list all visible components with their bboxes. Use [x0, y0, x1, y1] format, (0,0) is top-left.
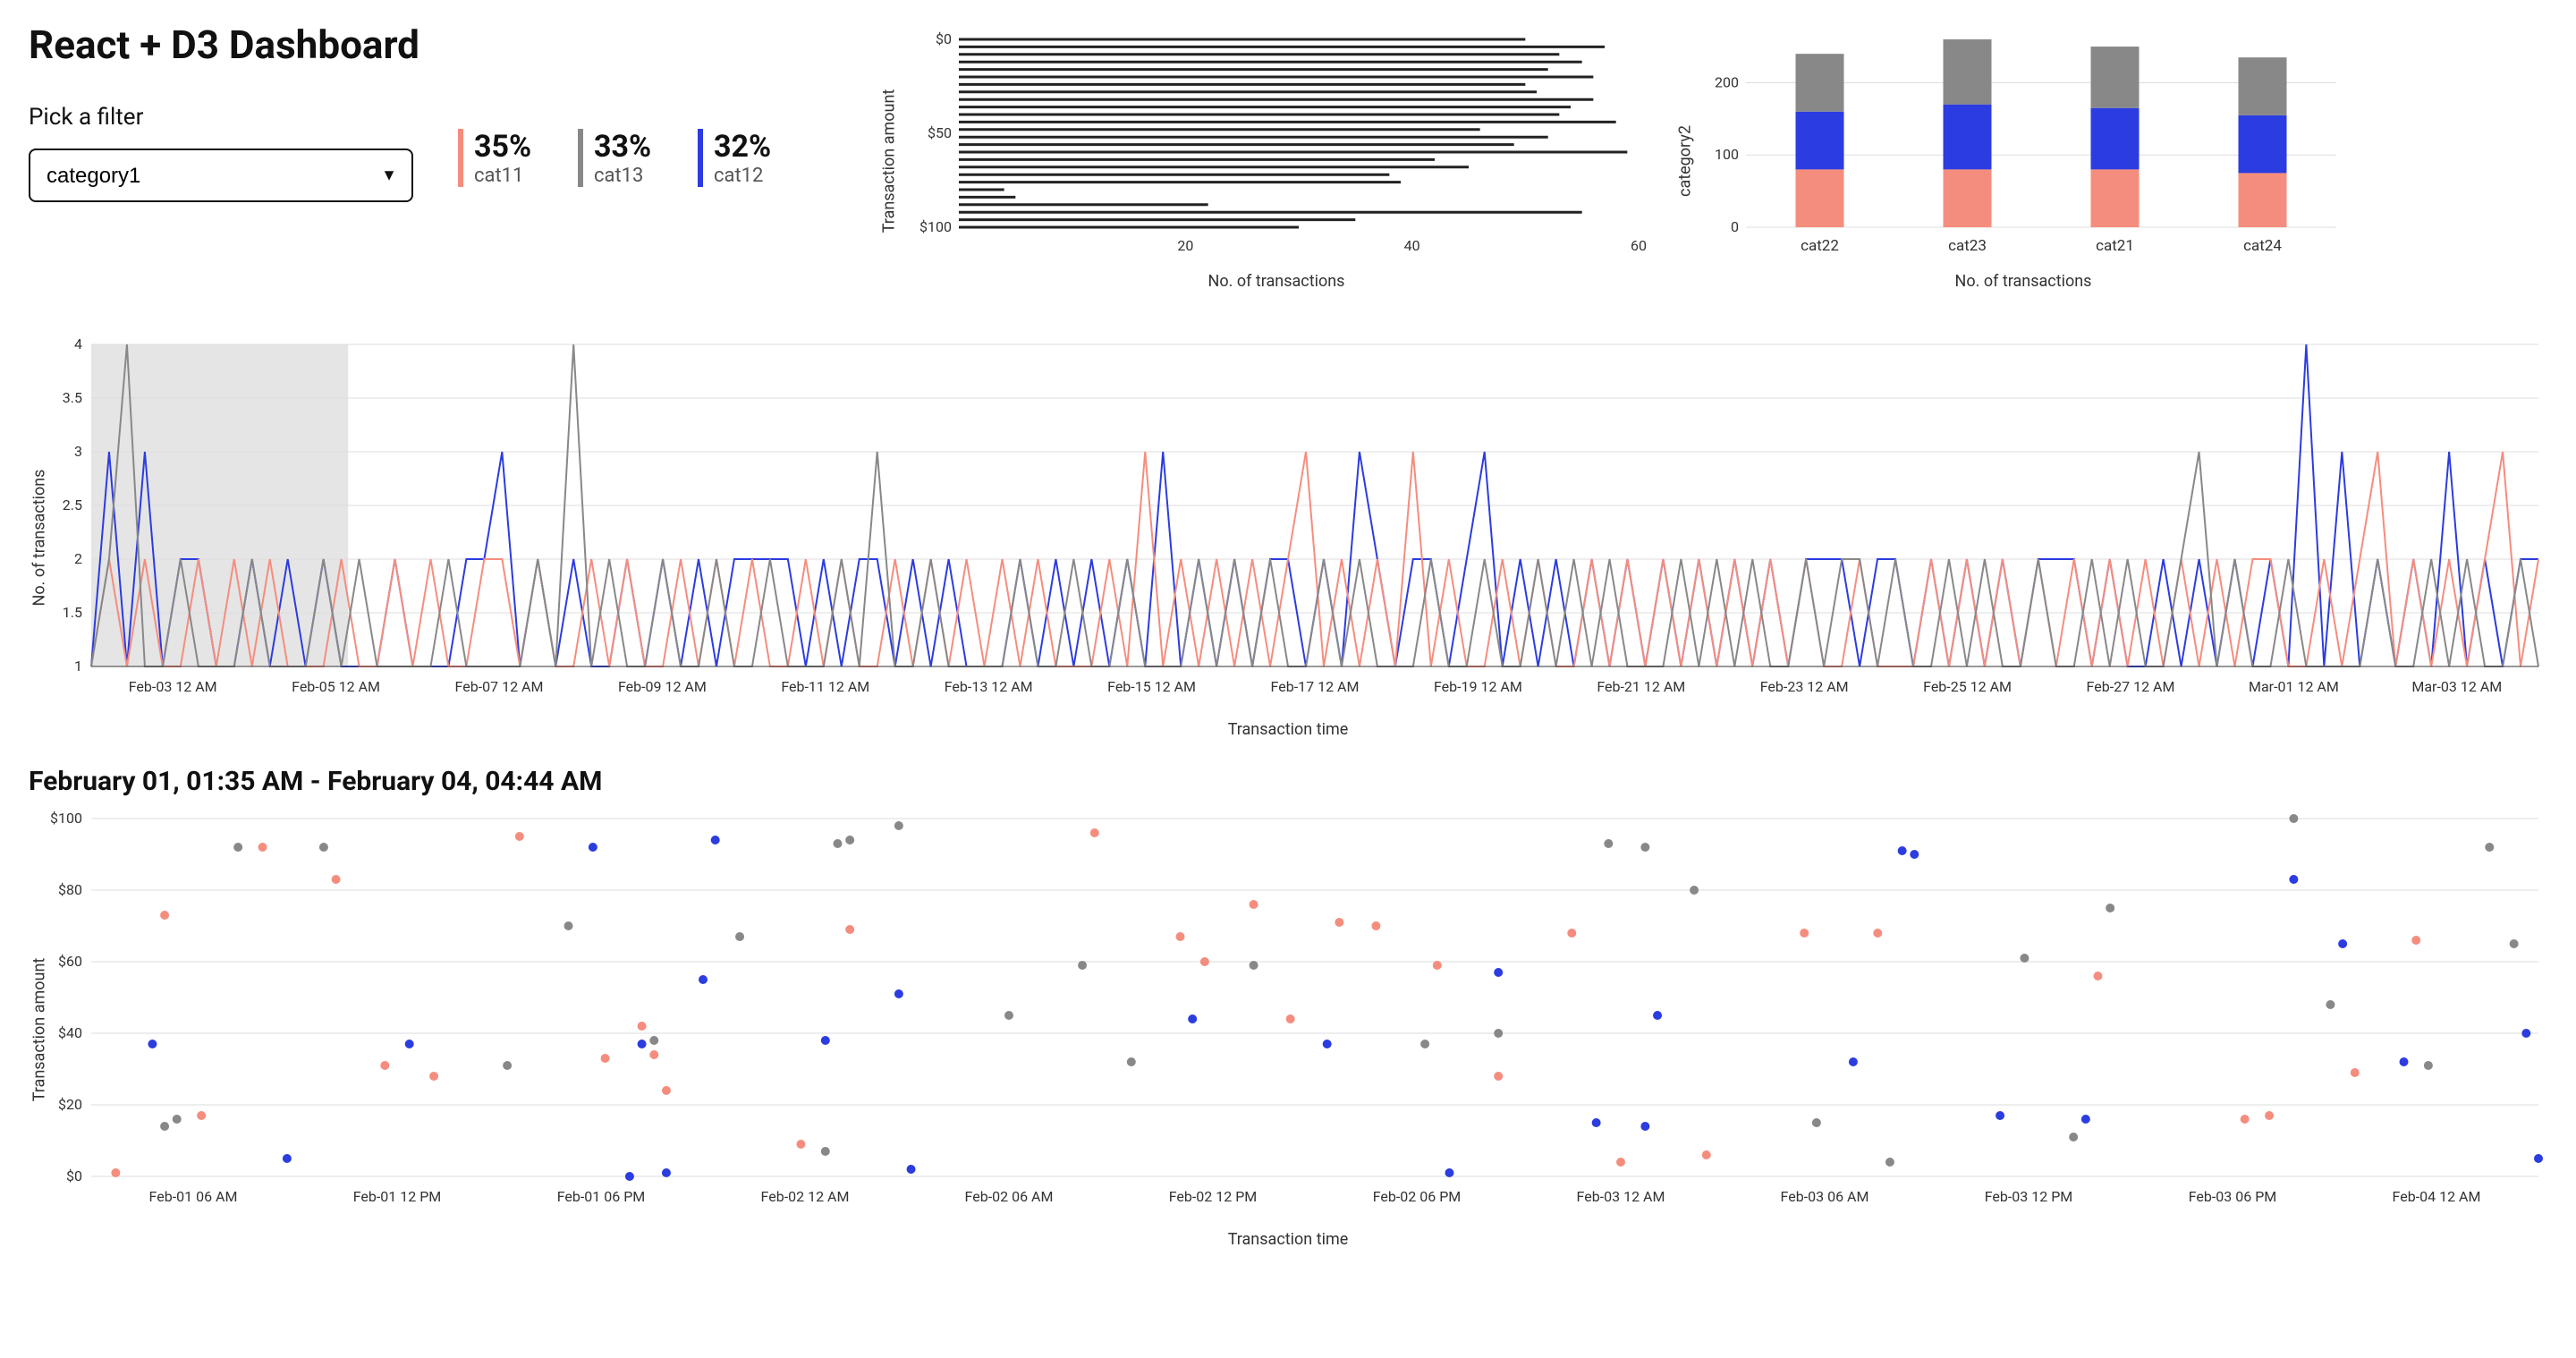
histogram-chart: Transaction amount $0$50$100204060 No. o… [905, 30, 1648, 291]
svg-text:Mar-03 12 AM: Mar-03 12 AM [2411, 678, 2502, 695]
svg-text:$40: $40 [58, 1024, 82, 1041]
stacked-bar-chart: category2 0100200cat22cat23cat21cat24 No… [1701, 30, 2345, 291]
svg-text:Feb-01 06 PM: Feb-01 06 PM [557, 1188, 646, 1205]
svg-text:Feb-03 06 AM: Feb-03 06 AM [1781, 1188, 1869, 1205]
timeline-chart: No. of transactions 1 1.5 2 2.5 3 3.5 4 Feb-03 … [29, 335, 2547, 739]
svg-text:3.5: 3.5 [63, 389, 82, 406]
filter-label: Pick a filter [29, 104, 413, 131]
filter-select[interactable]: category1category2 [29, 149, 413, 202]
pct-label: cat11 [474, 165, 556, 187]
svg-text:2: 2 [74, 550, 82, 567]
filter-select-wrap: category1category2 ▼ [29, 149, 413, 202]
svg-text:$20: $20 [58, 1096, 82, 1113]
svg-text:100: 100 [1715, 146, 1739, 163]
svg-text:$50: $50 [928, 124, 952, 141]
pct-cards: 35%cat11 33%cat13 32%cat12 [458, 129, 796, 187]
filter-row: Pick a filter category1category2 ▼ 35%ca… [29, 104, 869, 202]
scatter-svg: $0 $20 $40 $60 $80 $100 Feb-01 06 AM Feb-01 12 … [29, 810, 2547, 1221]
pct-value: 32% [714, 129, 796, 165]
pct-card-cat13: 33%cat13 [578, 129, 676, 187]
svg-text:Feb-17 12 AM: Feb-17 12 AM [1271, 678, 1360, 695]
svg-text:cat23: cat23 [1948, 237, 1987, 255]
svg-text:Feb-09 12 AM: Feb-09 12 AM [618, 678, 707, 695]
svg-text:Feb-03 12 PM: Feb-03 12 PM [1985, 1188, 2073, 1205]
svg-text:1.5: 1.5 [63, 604, 82, 621]
filter-block: Pick a filter category1category2 ▼ [29, 104, 413, 202]
histogram-ylabel: Transaction amount [880, 89, 899, 233]
svg-text:Feb-11 12 AM: Feb-11 12 AM [781, 678, 869, 695]
pct-card-cat12: 32%cat12 [698, 129, 796, 187]
svg-text:Feb-04 12 AM: Feb-04 12 AM [2393, 1188, 2481, 1205]
svg-text:3: 3 [74, 443, 82, 460]
mini-charts: Transaction amount $0$50$100204060 No. o… [905, 21, 2547, 291]
stacked-ylabel: category2 [1676, 125, 1695, 197]
timeline-ylabel: No. of transactions [30, 469, 49, 606]
svg-text:2.5: 2.5 [63, 497, 82, 513]
svg-text:0: 0 [1731, 218, 1739, 235]
svg-text:4: 4 [74, 335, 82, 352]
svg-text:60: 60 [1631, 237, 1647, 254]
svg-text:Feb-21 12 AM: Feb-21 12 AM [1597, 678, 1685, 695]
page-title: React + D3 Dashboard [29, 21, 869, 68]
scatter-xlabel: Transaction time [29, 1230, 2547, 1249]
svg-text:Feb-07 12 AM: Feb-07 12 AM [455, 678, 544, 695]
svg-text:cat22: cat22 [1801, 237, 1839, 255]
svg-text:Feb-03 12 AM: Feb-03 12 AM [1577, 1188, 1665, 1205]
scatter-chart: Transaction amount $0 $20 $40 $60 $80 $100 Feb… [29, 810, 2547, 1249]
svg-text:Feb-03 12 AM: Feb-03 12 AM [129, 678, 217, 695]
histogram-xlabel: No. of transactions [905, 272, 1648, 291]
svg-text:Feb-03 06 PM: Feb-03 06 PM [2189, 1188, 2277, 1205]
svg-text:$100: $100 [50, 810, 82, 827]
svg-text:$100: $100 [919, 218, 952, 235]
histogram-svg: $0 $50 $100 20 40 60 [905, 30, 1648, 263]
date-range-title: February 01, 01:35 AM - February 04, 04:… [29, 766, 2547, 797]
timeline-svg[interactable]: 1 1.5 2 2.5 3 3.5 4 Feb-03 12 AM Feb-05 12 AM Feb… [29, 335, 2547, 711]
svg-text:Feb-13 12 AM: Feb-13 12 AM [945, 678, 1033, 695]
svg-text:40: 40 [1404, 237, 1420, 254]
svg-text:Feb-05 12 AM: Feb-05 12 AM [292, 678, 380, 695]
svg-text:$0: $0 [936, 30, 952, 47]
pct-label: cat12 [714, 165, 796, 187]
stacked-svg: 0 100 200 cat22 cat23 cat21 cat24 [1701, 30, 2345, 263]
svg-text:Feb-27 12 AM: Feb-27 12 AM [2087, 678, 2175, 695]
svg-text:cat21: cat21 [2096, 237, 2134, 255]
svg-text:Feb-02 06 AM: Feb-02 06 AM [965, 1188, 1054, 1205]
top-left-panel: React + D3 Dashboard Pick a filter categ… [29, 21, 869, 202]
svg-text:Mar-01 12 AM: Mar-01 12 AM [2249, 678, 2339, 695]
svg-text:Feb-02 12 AM: Feb-02 12 AM [761, 1188, 850, 1205]
svg-text:Feb-15 12 AM: Feb-15 12 AM [1107, 678, 1196, 695]
svg-text:cat24: cat24 [2243, 237, 2282, 255]
svg-text:200: 200 [1715, 73, 1739, 90]
svg-text:Feb-19 12 AM: Feb-19 12 AM [1434, 678, 1522, 695]
pct-value: 33% [594, 129, 676, 165]
svg-text:1: 1 [74, 658, 82, 675]
svg-text:Feb-01 06 AM: Feb-01 06 AM [149, 1188, 238, 1205]
svg-text:Feb-02 06 PM: Feb-02 06 PM [1373, 1188, 1462, 1205]
timeline-xlabel: Transaction time [29, 720, 2547, 739]
pct-label: cat13 [594, 165, 676, 187]
svg-text:$60: $60 [58, 953, 82, 970]
svg-text:$0: $0 [66, 1167, 82, 1184]
svg-text:20: 20 [1177, 237, 1193, 254]
top-row: React + D3 Dashboard Pick a filter categ… [29, 21, 2547, 291]
scatter-ylabel: Transaction amount [30, 957, 49, 1101]
stacked-xlabel: No. of transactions [1701, 272, 2345, 291]
svg-text:$80: $80 [58, 881, 82, 898]
svg-text:Feb-25 12 AM: Feb-25 12 AM [1923, 678, 2012, 695]
svg-text:Feb-02 12 PM: Feb-02 12 PM [1169, 1188, 1258, 1205]
pct-card-cat11: 35%cat11 [458, 129, 556, 187]
pct-value: 35% [474, 129, 556, 165]
svg-text:Feb-23 12 AM: Feb-23 12 AM [1760, 678, 1849, 695]
svg-text:Feb-01 12 PM: Feb-01 12 PM [353, 1188, 442, 1205]
